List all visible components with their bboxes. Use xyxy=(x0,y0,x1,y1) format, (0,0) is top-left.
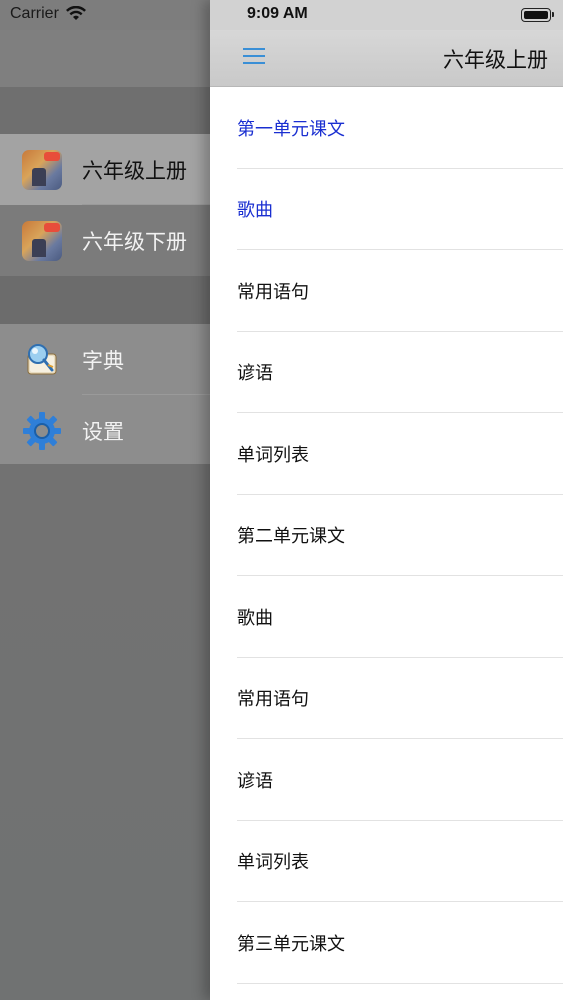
wifi-icon xyxy=(65,6,86,20)
book-section: 六年级上册 六年级下册 xyxy=(0,134,210,276)
page-title: 六年级上册 xyxy=(443,48,548,72)
list-item[interactable]: 歌曲 xyxy=(210,576,563,658)
tools-section: 字典 设置 xyxy=(0,324,210,464)
list-item-label: 谚语 xyxy=(237,770,273,792)
list-item-label: 歌曲 xyxy=(237,200,273,222)
list-item-label: 单词列表 xyxy=(237,852,309,874)
book-cover-icon xyxy=(22,149,62,190)
hamburger-menu-icon[interactable] xyxy=(243,46,265,66)
list-item[interactable]: 单词列表 xyxy=(210,821,563,902)
list-item-label: 常用语句 xyxy=(237,281,309,303)
list-item[interactable]: 第一单元课文 xyxy=(210,87,563,169)
menu-item-grade6-vol1[interactable]: 六年级上册 xyxy=(0,134,210,205)
menu-item-grade6-vol2[interactable]: 六年级下册 xyxy=(0,205,210,276)
navigation-bar: 六年级上册 xyxy=(210,30,563,87)
menu-item-label: 字典 xyxy=(82,348,124,373)
list-item-label: 单词列表 xyxy=(237,444,309,466)
side-menu: Carrier 六年级上册 六年级下册 字典 设置 xyxy=(0,0,210,1000)
menu-item-label: 六年级上册 xyxy=(82,158,187,183)
list-item-label: 第一单元课文 xyxy=(237,118,345,140)
gear-icon xyxy=(23,411,61,450)
carrier-status: Carrier xyxy=(10,5,87,23)
list-item-label: 谚语 xyxy=(237,363,273,385)
list-item[interactable]: 常用语句 xyxy=(210,658,563,739)
list-item-label: 第三单元课文 xyxy=(237,933,345,955)
right-status-bar: 9:09 AM xyxy=(210,0,563,30)
left-empty-area xyxy=(0,464,210,1000)
status-time: 9:09 AM xyxy=(247,5,308,22)
carrier-label: Carrier xyxy=(10,5,59,22)
left-spacer xyxy=(0,87,210,134)
list-item[interactable]: 第二单元课文 xyxy=(210,495,563,576)
left-header xyxy=(0,30,210,87)
book-cover-icon xyxy=(22,220,62,261)
left-spacer xyxy=(0,276,210,324)
menu-item-label: 六年级下册 xyxy=(82,229,187,254)
list-item[interactable]: 谚语 xyxy=(210,332,563,413)
lesson-list: 第一单元课文 歌曲 常用语句 谚语 单词列表 第二单元课文 歌曲 常用语句 谚语… xyxy=(210,87,563,984)
list-item[interactable]: 谚语 xyxy=(210,739,563,821)
list-item-label: 歌曲 xyxy=(237,607,273,629)
menu-item-label: 设置 xyxy=(82,419,124,444)
menu-item-dictionary[interactable]: 字典 xyxy=(0,324,210,395)
list-item[interactable]: 第三单元课文 xyxy=(210,902,563,984)
list-item[interactable]: 单词列表 xyxy=(210,413,563,495)
left-status-bar: Carrier xyxy=(0,0,210,30)
list-item[interactable]: 歌曲 xyxy=(210,169,563,250)
menu-item-settings[interactable]: 设置 xyxy=(0,395,210,466)
list-item[interactable]: 常用语句 xyxy=(210,250,563,332)
battery-icon xyxy=(521,8,554,22)
list-item-label: 第二单元课文 xyxy=(237,526,345,548)
content-panel: 9:09 AM 六年级上册 第一单元课文 歌曲 常用语句 谚语 单词列表 第二单… xyxy=(210,0,563,1000)
list-item-label: 常用语句 xyxy=(237,689,309,711)
dictionary-icon xyxy=(27,343,57,374)
